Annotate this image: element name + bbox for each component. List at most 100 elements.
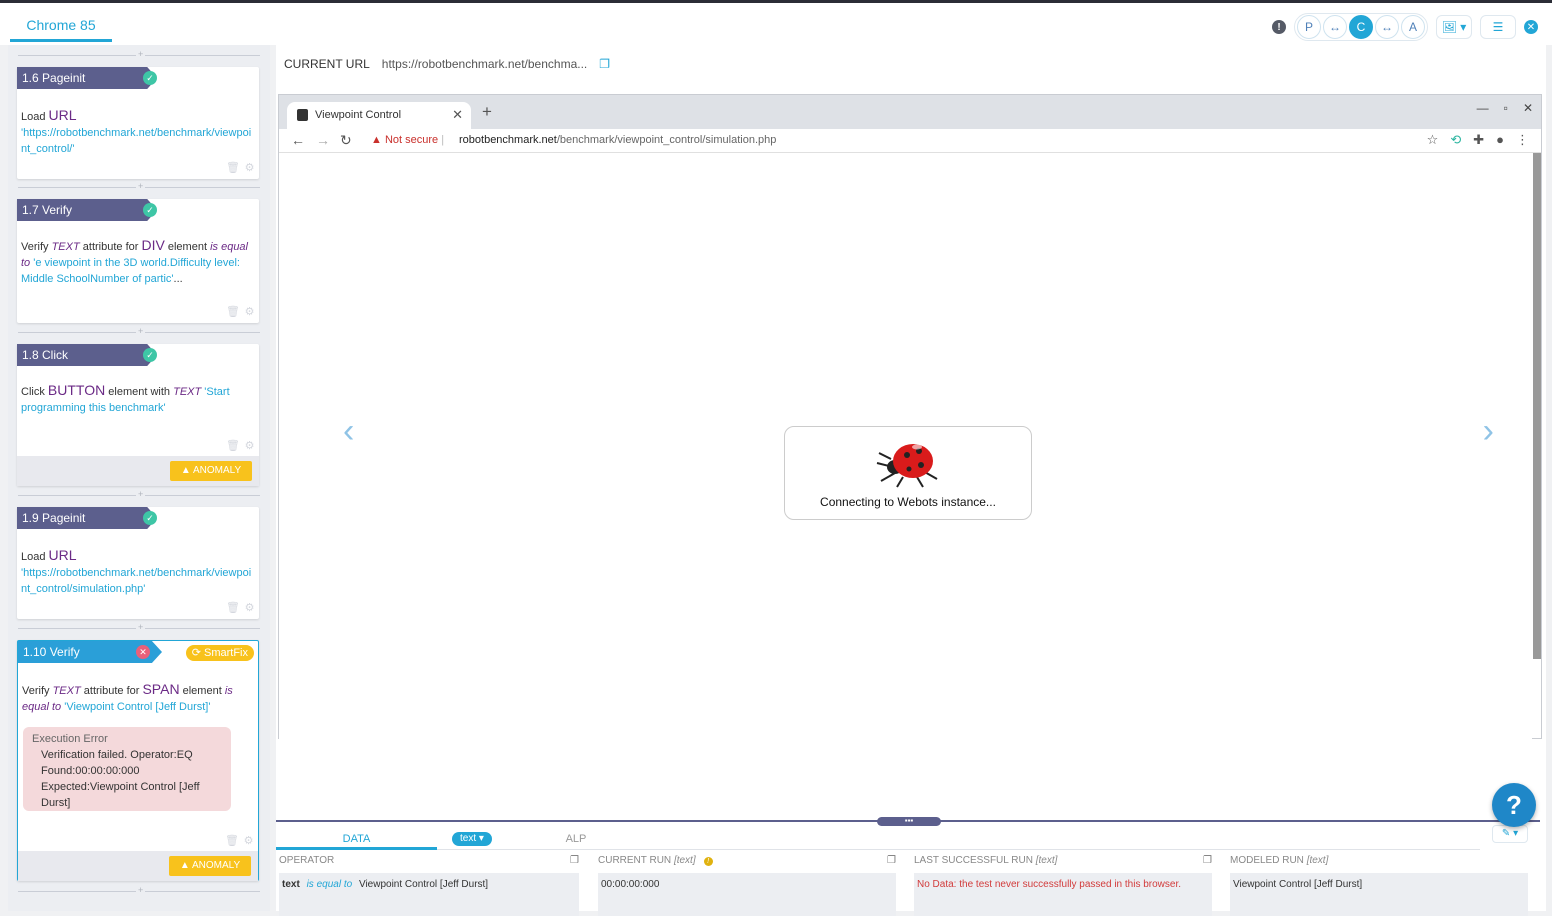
help-button[interactable]: ?: [1492, 783, 1536, 827]
step-text: attribute for: [82, 241, 139, 253]
step-text: element: [182, 685, 222, 697]
forward-icon[interactable]: →: [316, 132, 330, 148]
step-text: element with: [108, 386, 171, 398]
step-verb: Verify: [22, 685, 50, 697]
gear-icon[interactable]: ⚙: [243, 440, 256, 453]
anomaly-label: ANOMALY: [192, 465, 242, 476]
step-card[interactable]: 1.7 Verify ✓ Verify TEXT attribute for D…: [17, 199, 259, 323]
step-description: Verify TEXT attribute for SPAN element i…: [22, 681, 254, 715]
alert-icon[interactable]: !: [1272, 20, 1286, 34]
step-text: element: [167, 241, 208, 253]
add-step-icon[interactable]: +: [136, 885, 146, 895]
edit-dropdown-button[interactable]: ✎ ▾: [1492, 825, 1528, 843]
steps-panel[interactable]: + 1.6 Pageinit ✓ Load URL 'https://robot…: [8, 45, 270, 911]
step-card[interactable]: 1.6 Pageinit ✓ Load URL 'https://robotbe…: [17, 67, 259, 179]
operator-column: OPERATOR ❐ text is equal to Viewpoint Con…: [279, 855, 579, 916]
not-secure-indicator[interactable]: ▲ Not secure |: [371, 134, 444, 146]
step-keyword: URL: [48, 107, 77, 123]
tab-data[interactable]: DATA: [276, 830, 437, 850]
maximize-icon[interactable]: ▫: [1504, 101, 1508, 115]
image-dropdown-button[interactable]: 🖼 ▾: [1436, 15, 1472, 39]
address-url[interactable]: robotbenchmark.net/benchmark/viewpoint_c…: [459, 134, 776, 146]
column-body: 00:00:00:000: [598, 873, 896, 916]
tab-chrome-85[interactable]: Chrome 85: [10, 11, 112, 42]
step-attribute: TEXT: [173, 386, 202, 398]
window-controls: — ▫ ✕: [1477, 101, 1533, 115]
page-viewport: ‹ › Connecting to Webots instance...: [279, 153, 1532, 739]
window-close-icon[interactable]: ✕: [1523, 101, 1533, 115]
puzzle-icon[interactable]: ✚: [1473, 132, 1484, 148]
address-bar: ← → ↻ ▲ Not secure | robotbenchmark.net/…: [279, 129, 1541, 153]
error-line: Found:00:00:00:000: [41, 765, 140, 777]
swap-icon[interactable]: ↔: [1323, 15, 1347, 39]
copy-icon[interactable]: ❐: [887, 855, 896, 866]
step-verb: Verify: [21, 241, 49, 253]
step-card[interactable]: 1.9 Pageinit ✓ Load URL 'https://robotbe…: [17, 507, 259, 619]
chevron-right-icon[interactable]: ›: [1483, 412, 1494, 451]
gear-icon[interactable]: ⚙: [243, 602, 256, 615]
mode-c-button[interactable]: C: [1349, 15, 1373, 39]
mode-a-button[interactable]: A: [1401, 15, 1425, 39]
close-tab-icon[interactable]: ✕: [452, 102, 463, 128]
step-card[interactable]: 1.8 Click ✓ Click BUTTON element with TE…: [17, 344, 259, 486]
copy-icon[interactable]: ❐: [570, 855, 579, 866]
extension-icon[interactable]: ⟲: [1450, 132, 1461, 148]
anomaly-badge[interactable]: ▲ ANOMALY: [170, 461, 252, 481]
gear-icon[interactable]: ⚙: [242, 835, 255, 848]
gear-icon[interactable]: ⚙: [243, 162, 256, 175]
current-url-row: CURRENT URL https://robotbenchmark.net/b…: [284, 57, 610, 71]
column-tag: [text]: [1035, 855, 1058, 866]
copy-icon[interactable]: ❐: [599, 57, 610, 71]
error-line: Expected:Viewpoint Control [Jeff Durst]: [41, 781, 200, 809]
close-icon[interactable]: ✕: [1524, 20, 1538, 34]
step-title: 1.7 Verify: [17, 199, 157, 221]
add-step-icon[interactable]: +: [136, 181, 146, 191]
reload-icon[interactable]: ↻: [340, 132, 352, 149]
anomaly-badge[interactable]: ▲ ANOMALY: [169, 856, 251, 876]
resize-handle[interactable]: ▪▪▪: [877, 817, 941, 826]
step-ellipsis: ...: [173, 273, 183, 285]
trash-icon[interactable]: 🗑: [225, 835, 239, 848]
step-connector: +: [18, 622, 260, 632]
tab-alp[interactable]: ALP: [496, 830, 656, 850]
add-step-icon[interactable]: +: [136, 49, 146, 59]
step-keyword: BUTTON: [47, 382, 106, 398]
trash-icon[interactable]: 🗑: [226, 602, 240, 615]
star-icon[interactable]: ☆: [1427, 132, 1439, 148]
column-header: CURRENT RUN [text]! ❐: [598, 855, 896, 869]
mode-p-button[interactable]: P: [1297, 15, 1321, 39]
smartfix-badge[interactable]: ⟳ SmartFix: [185, 645, 254, 661]
step-card-selected[interactable]: 1.10 Verify ✕ ⟳ SmartFix Verify TEXT att…: [17, 640, 259, 881]
add-step-icon[interactable]: +: [136, 326, 146, 336]
add-step-icon[interactable]: +: [136, 622, 146, 632]
ladybug-icon: [876, 444, 938, 488]
step-connector: +: [18, 885, 260, 895]
minimize-icon[interactable]: —: [1477, 101, 1489, 115]
text-chip[interactable]: text ▾: [452, 832, 492, 846]
check-icon: ✓: [143, 511, 157, 525]
browser-screenshot: Viewpoint Control ✕ + — ▫ ✕ ← → ↻ ▲ Not …: [278, 94, 1542, 739]
column-title: LAST SUCCESSFUL RUN: [914, 855, 1033, 866]
warning-icon: !: [703, 857, 713, 866]
menu-icon[interactable]: ⋮: [1516, 132, 1529, 148]
step-tools: 🗑 ⚙: [221, 835, 255, 849]
step-verb: Load: [21, 551, 46, 563]
copy-icon[interactable]: ❐: [1203, 855, 1212, 866]
swap-icon[interactable]: ↔: [1375, 15, 1399, 39]
trash-icon[interactable]: 🗑: [226, 162, 240, 175]
warning-icon: ▲: [180, 465, 193, 476]
trash-icon[interactable]: 🗑: [226, 306, 240, 319]
scrollbar[interactable]: [1533, 153, 1541, 659]
back-icon[interactable]: ←: [291, 132, 305, 148]
column-body: text is equal to Viewpoint Control [Jeff…: [279, 873, 579, 916]
browser-tab[interactable]: Viewpoint Control ✕: [287, 102, 471, 129]
profile-icon[interactable]: ●: [1496, 132, 1504, 148]
column-tag: [text]: [1306, 855, 1329, 866]
add-step-icon[interactable]: +: [136, 489, 146, 499]
gear-icon[interactable]: ⚙: [243, 306, 256, 319]
list-view-button[interactable]: ☰: [1480, 15, 1516, 39]
trash-icon[interactable]: 🗑: [226, 440, 240, 453]
not-secure-label: Not secure: [384, 134, 439, 146]
new-tab-icon[interactable]: +: [482, 102, 492, 122]
chevron-left-icon[interactable]: ‹: [343, 412, 354, 451]
